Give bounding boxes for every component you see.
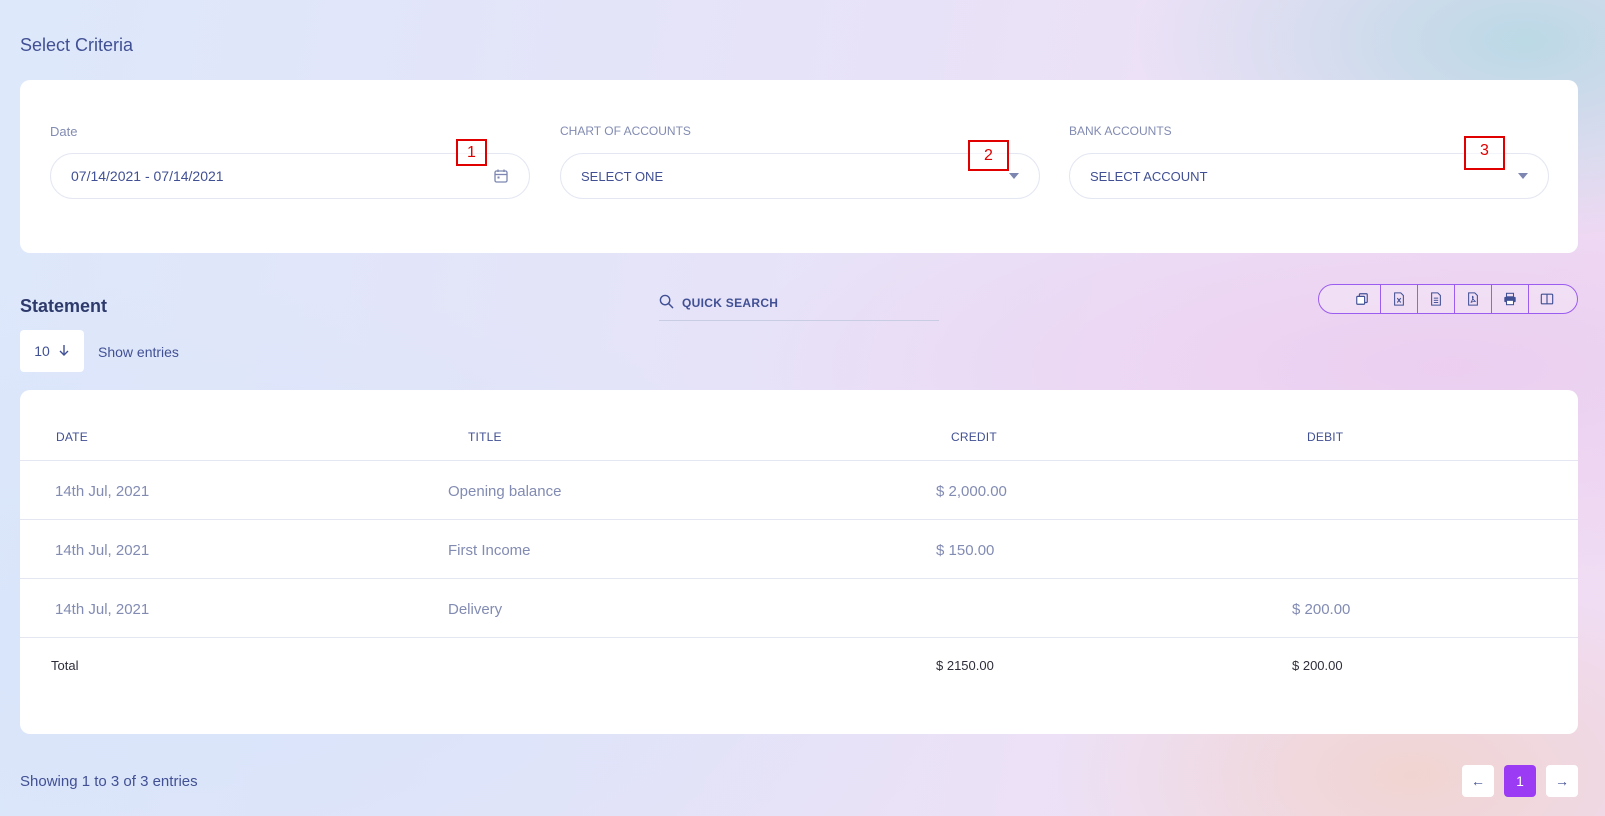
criteria-card: Date 07/14/2021 - 07/14/2021 CHART OF AC…	[20, 80, 1578, 253]
page-1-button[interactable]: 1	[1504, 765, 1536, 797]
pagination-summary: Showing 1 to 3 of 3 entries	[20, 773, 198, 790]
row-credit: $ 2,000.00	[936, 483, 1007, 500]
quick-search-input[interactable]: QUICK SEARCH	[659, 285, 939, 321]
entries-per-page-select[interactable]: 10	[20, 330, 84, 372]
row-title: First Income	[448, 542, 531, 559]
statement-title: Statement	[20, 296, 108, 316]
next-page-button[interactable]: →	[1546, 765, 1578, 797]
search-icon	[659, 294, 674, 312]
criteria-title: Select Criteria	[20, 35, 134, 55]
row-title: Opening balance	[448, 483, 562, 500]
column-header-credit[interactable]: CREDIT	[951, 430, 997, 444]
column-header-date[interactable]: DATE	[56, 430, 88, 444]
arrow-down-icon	[58, 343, 70, 360]
csv-button[interactable]	[1417, 285, 1454, 313]
export-toolbar	[1318, 284, 1578, 314]
table-row: 14th Jul, 2021 Delivery $ 200.00	[20, 579, 1578, 638]
table-row: 14th Jul, 2021 Opening balance $ 2,000.0…	[20, 461, 1578, 520]
bank-accounts-value: SELECT ACCOUNT	[1090, 168, 1208, 184]
pdf-icon	[1468, 292, 1478, 306]
total-credit: $ 2150.00	[936, 658, 994, 673]
chevron-down-icon	[1009, 173, 1019, 179]
show-entries-label: Show entries	[98, 344, 179, 360]
column-header-title[interactable]: TITLE	[468, 430, 502, 444]
chevron-down-icon	[1518, 173, 1528, 179]
arrow-left-icon: ←	[1471, 773, 1485, 789]
date-label: Date	[50, 124, 78, 139]
row-title: Delivery	[448, 601, 503, 618]
column-header-debit[interactable]: DEBIT	[1307, 430, 1343, 444]
previous-page-button[interactable]: ←	[1462, 765, 1494, 797]
copy-icon	[1355, 293, 1368, 305]
quick-search-placeholder: QUICK SEARCH	[682, 295, 779, 310]
date-range-value: 07/14/2021 - 07/14/2021	[71, 168, 224, 184]
excel-button[interactable]	[1380, 285, 1417, 313]
chart-of-accounts-value: SELECT ONE	[581, 168, 664, 184]
columns-icon	[1540, 293, 1554, 305]
row-debit: $ 200.00	[1292, 601, 1351, 618]
row-date: 14th Jul, 2021	[55, 483, 150, 500]
total-debit: $ 200.00	[1292, 658, 1343, 673]
annotation-marker-3: 3	[1464, 136, 1505, 170]
row-date: 14th Jul, 2021	[55, 542, 150, 559]
chart-of-accounts-label: CHART OF ACCOUNTS	[560, 124, 691, 138]
entries-per-page-value: 10	[34, 343, 50, 359]
calendar-icon[interactable]	[493, 168, 509, 184]
csv-icon	[1431, 292, 1441, 306]
row-credit: $ 150.00	[936, 542, 995, 559]
copy-button[interactable]	[1343, 285, 1380, 313]
columns-button[interactable]	[1528, 285, 1565, 313]
excel-icon	[1394, 292, 1404, 306]
arrow-right-icon: →	[1555, 773, 1569, 789]
statement-table: DATE TITLE CREDIT DEBIT 14th Jul, 2021 O…	[20, 390, 1578, 734]
print-button[interactable]	[1491, 285, 1528, 313]
annotation-marker-1: 1	[456, 139, 487, 166]
row-date: 14th Jul, 2021	[55, 601, 150, 618]
pdf-button[interactable]	[1454, 285, 1491, 313]
annotation-marker-2: 2	[968, 140, 1009, 171]
table-row: 14th Jul, 2021 First Income $ 150.00	[20, 520, 1578, 579]
print-icon	[1504, 292, 1516, 306]
total-label: Total	[51, 658, 79, 673]
